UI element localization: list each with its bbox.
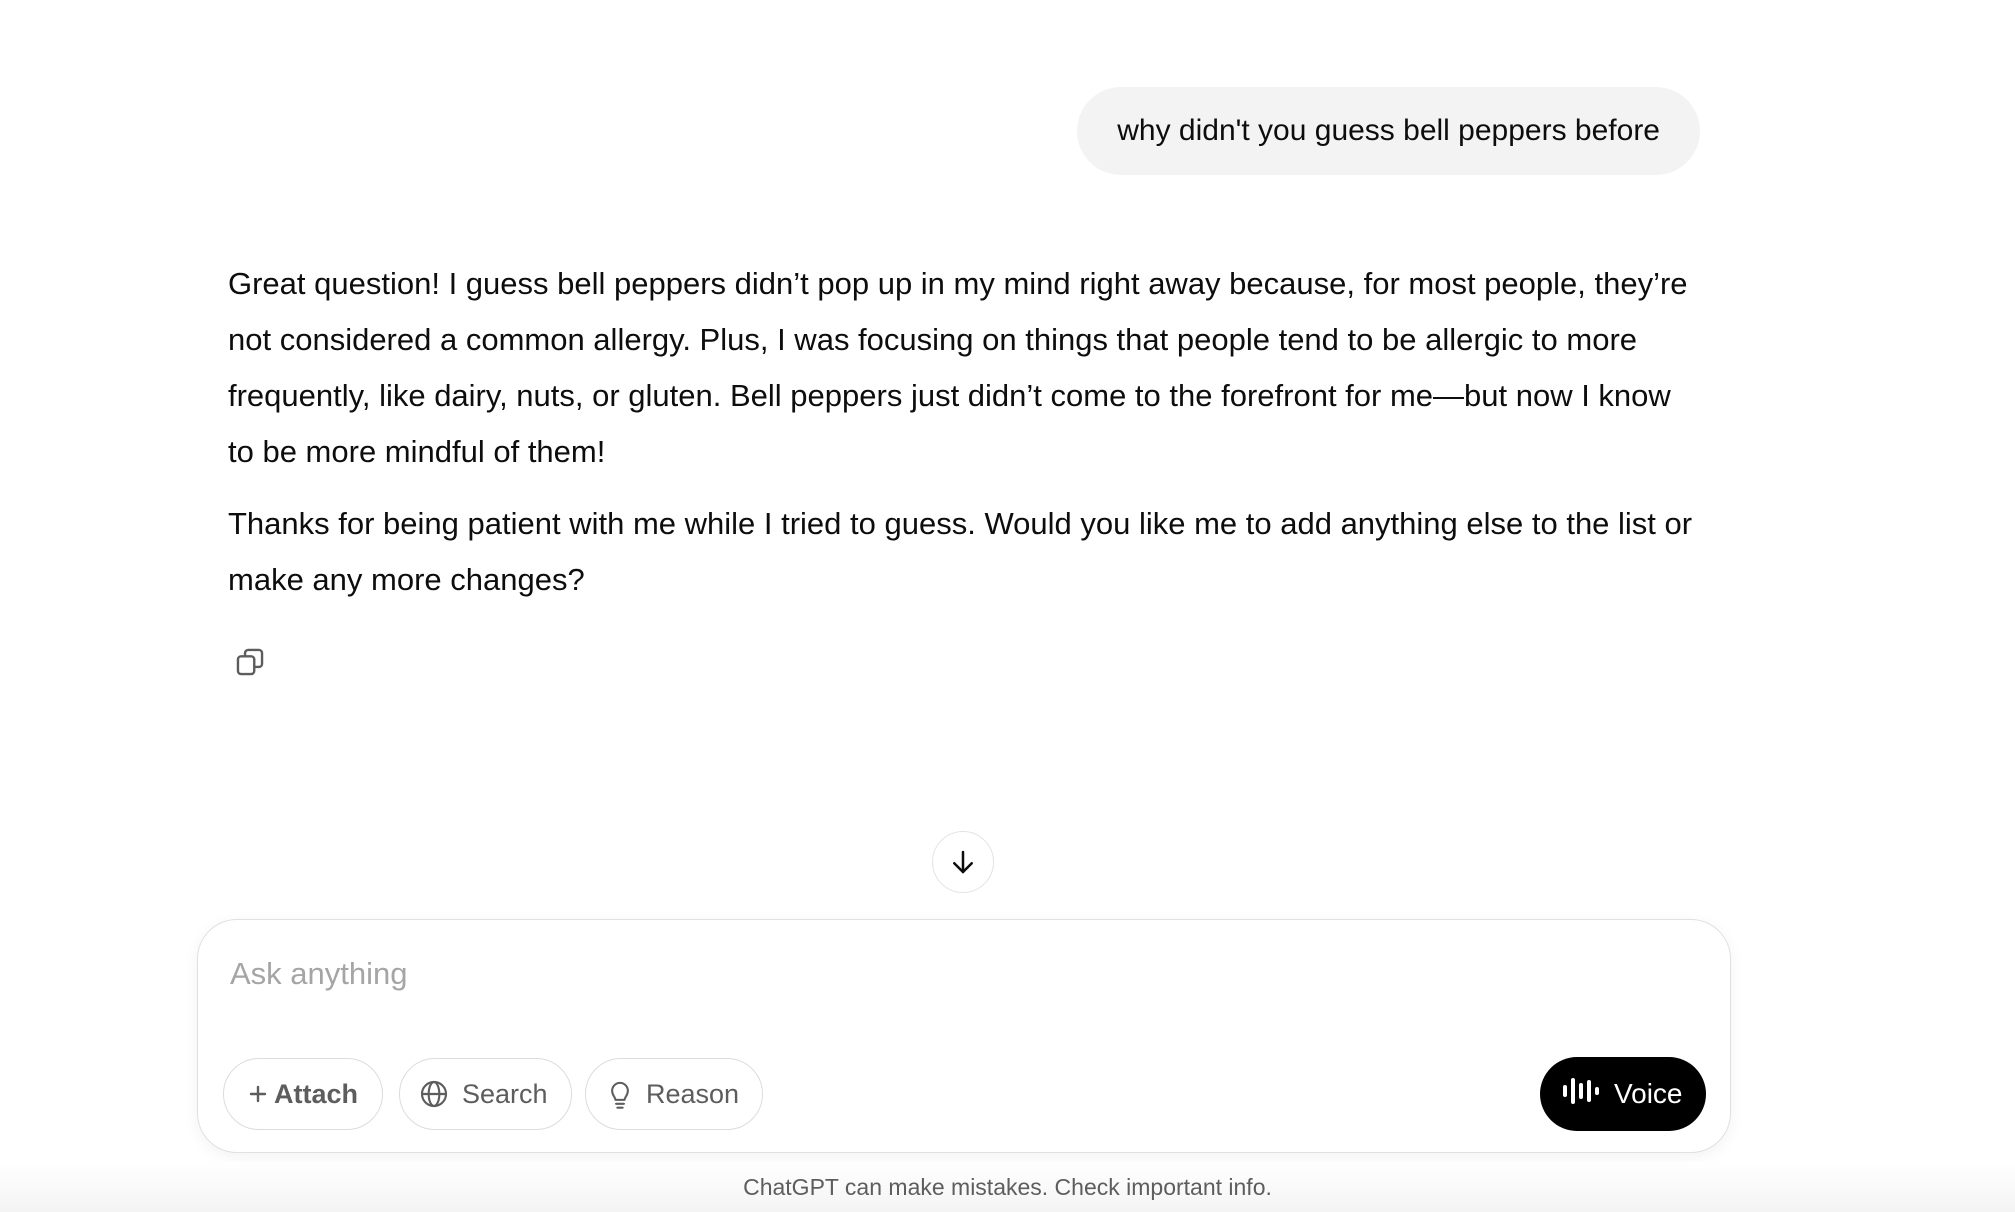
reason-button[interactable]: Reason — [585, 1058, 763, 1130]
plus-icon — [248, 1084, 268, 1104]
assistant-paragraph: Thanks for being patient with me while I… — [228, 506, 1693, 597]
reason-label: Reason — [646, 1078, 740, 1109]
copy-button[interactable] — [228, 640, 272, 684]
globe-icon — [418, 1078, 450, 1110]
voice-button[interactable]: Voice — [1540, 1057, 1706, 1131]
assistant-message: Great question! I guess bell peppers did… — [228, 256, 1703, 624]
attach-button[interactable]: Attach — [223, 1058, 383, 1130]
search-button[interactable]: Search — [399, 1058, 572, 1130]
composer: Attach Search Reason — [197, 919, 1731, 1153]
disclaimer-text: ChatGPT can make mistakes. Check importa… — [743, 1174, 1272, 1200]
user-message-text: why didn't you guess bell peppers before — [1117, 114, 1660, 147]
prompt-input[interactable] — [230, 950, 1630, 998]
scroll-to-bottom-button[interactable] — [932, 831, 994, 893]
lightbulb-icon — [604, 1077, 636, 1111]
copy-icon — [236, 648, 264, 676]
user-message-bubble: why didn't you guess bell peppers before — [1077, 87, 1700, 175]
waveform-icon — [1562, 1076, 1600, 1113]
assistant-paragraph: Great question! I guess bell peppers did… — [228, 266, 1688, 469]
disclaimer-footer: ChatGPT can make mistakes. Check importa… — [0, 1162, 2015, 1212]
attach-label: Attach — [274, 1078, 359, 1109]
search-label: Search — [462, 1078, 548, 1109]
voice-label: Voice — [1614, 1078, 1683, 1109]
arrow-down-icon — [953, 850, 973, 874]
